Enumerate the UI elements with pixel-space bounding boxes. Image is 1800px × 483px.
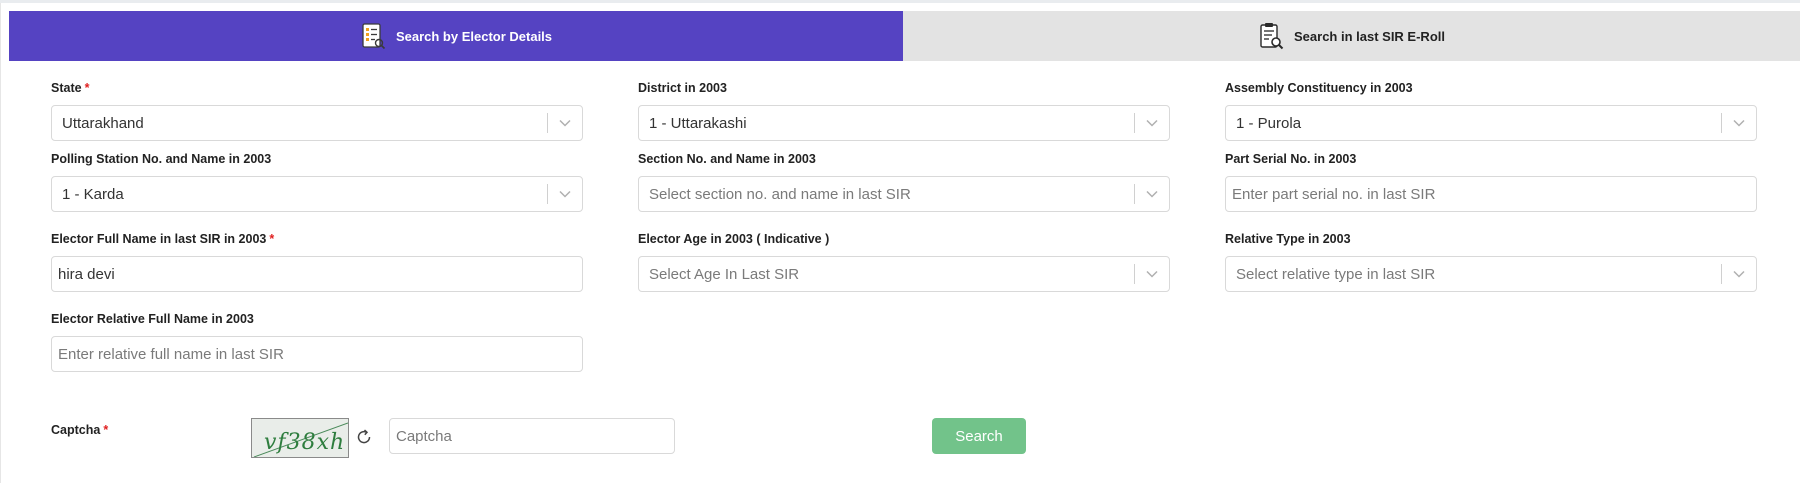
part-serial-label: Part Serial No. in 2003 [1225, 152, 1357, 166]
captcha-image-text: vf38xh [264, 430, 345, 455]
left-border [0, 3, 1, 483]
elector-age-select[interactable]: Select Age In Last SIR [638, 256, 1170, 292]
elector-name-label-text: Elector Full Name in last SIR in 2003 [51, 232, 267, 246]
part-serial-input[interactable]: Enter part serial no. in last SIR [1225, 176, 1757, 212]
elector-age-label: Elector Age in 2003 ( Indicative ) [638, 232, 830, 246]
district-select-value: 1 - Uttarakashi [649, 114, 747, 132]
assembly-select-value: 1 - Purola [1236, 114, 1302, 132]
captcha-input[interactable]: Captcha [389, 418, 675, 454]
search-button[interactable]: Search [932, 418, 1026, 454]
captcha-label: Captcha * [51, 423, 108, 437]
state-label: State * [51, 81, 89, 95]
refresh-captcha-icon[interactable] [354, 427, 374, 447]
relative-type-placeholder: Select relative type in last SIR [1236, 265, 1436, 283]
required-mark: * [103, 423, 109, 437]
state-select-value: Uttarakhand [62, 114, 144, 132]
polling-station-select-value: 1 - Karda [62, 185, 124, 203]
assembly-select[interactable]: 1 - Purola [1225, 105, 1757, 141]
relative-type-label: Relative Type in 2003 [1225, 232, 1351, 246]
tab-search-by-elector-details[interactable]: Search by Elector Details [9, 11, 903, 61]
chevron-down-icon [1135, 257, 1169, 291]
tab-elector-details-label: Search by Elector Details [395, 28, 553, 44]
assembly-label: Assembly Constituency in 2003 [1225, 81, 1413, 95]
captcha-image: vf38xh [251, 418, 349, 458]
elector-name-input[interactable]: hira devi [51, 256, 583, 292]
state-label-text: State [51, 81, 82, 95]
document-list-icon [360, 22, 386, 50]
elector-age-placeholder: Select Age In Last SIR [649, 265, 800, 283]
elector-name-label: Elector Full Name in last SIR in 2003 * [51, 232, 274, 246]
chevron-down-icon [548, 106, 582, 140]
district-select[interactable]: 1 - Uttarakashi [638, 105, 1170, 141]
relative-type-select[interactable]: Select relative type in last SIR [1225, 256, 1757, 292]
required-mark: * [269, 232, 275, 246]
section-label: Section No. and Name in 2003 [638, 152, 816, 166]
required-mark: * [84, 81, 90, 95]
section-select[interactable]: Select section no. and name in last SIR [638, 176, 1170, 212]
chevron-down-icon [1722, 106, 1756, 140]
polling-station-select[interactable]: 1 - Karda [51, 176, 583, 212]
district-label: District in 2003 [638, 81, 727, 95]
chevron-down-icon [1722, 257, 1756, 291]
relative-name-input[interactable]: Enter relative full name in last SIR [51, 336, 583, 372]
search-tabs: Search by Elector Details Search in last… [9, 11, 1800, 61]
chevron-down-icon [548, 177, 582, 211]
section-select-placeholder: Select section no. and name in last SIR [649, 185, 911, 203]
tab-last-sir-eroll-label: Search in last SIR E-Roll [1294, 28, 1445, 44]
chevron-down-icon [1135, 106, 1169, 140]
captcha-label-text: Captcha [51, 423, 101, 437]
relative-name-label: Elector Relative Full Name in 2003 [51, 312, 254, 326]
top-border [0, 0, 1800, 3]
clipboard-search-icon [1258, 22, 1284, 50]
chevron-down-icon [1135, 177, 1169, 211]
polling-station-label: Polling Station No. and Name in 2003 [51, 152, 272, 166]
tab-search-in-last-sir-eroll[interactable]: Search in last SIR E-Roll [903, 11, 1800, 61]
state-select[interactable]: Uttarakhand [51, 105, 583, 141]
